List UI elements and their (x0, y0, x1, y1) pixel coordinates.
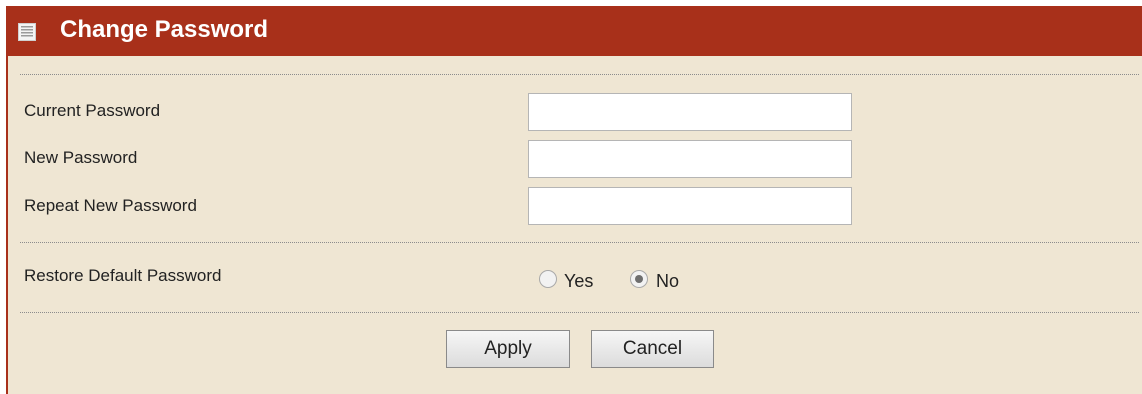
restore-default-label: Restore Default Password (24, 266, 222, 285)
restore-yes-radio[interactable] (539, 270, 557, 288)
new-password-label: New Password (24, 148, 138, 167)
current-password-label: Current Password (24, 101, 161, 120)
panel-header: Change Password (8, 6, 1142, 56)
page-title: Change Password (60, 16, 269, 43)
cancel-button[interactable]: Cancel (591, 330, 714, 368)
restore-yes-label[interactable]: Yes (564, 271, 593, 292)
restore-no-label[interactable]: No (656, 271, 679, 292)
restore-no-radio[interactable] (630, 270, 648, 288)
divider (20, 312, 1139, 313)
change-password-panel: Change Password Current Password New Pas… (6, 6, 1142, 394)
apply-button[interactable]: Apply (446, 330, 570, 368)
new-password-input[interactable] (528, 140, 852, 178)
repeat-password-label: Repeat New Password (24, 196, 197, 215)
divider (20, 74, 1139, 75)
document-icon (18, 23, 36, 41)
repeat-password-input[interactable] (528, 187, 852, 225)
divider (20, 242, 1139, 243)
current-password-input[interactable] (528, 93, 852, 131)
